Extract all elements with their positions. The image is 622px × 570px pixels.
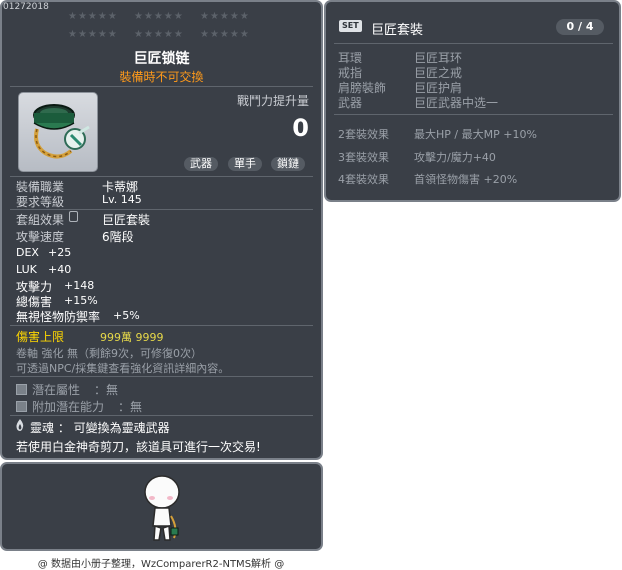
level-value: Lv. 145 [102, 193, 142, 206]
potential-label: 潛在屬性 [32, 383, 81, 397]
stat-label-ignore-defense: 無視怪物防禦率 [16, 310, 101, 324]
stat-label-dex: DEX [16, 246, 39, 259]
damage-cap-label: 傷害上限 [16, 330, 65, 344]
set-effect-4: 首領怪物傷害 +20% [414, 173, 518, 186]
tag-chain: 鎖鏈 [271, 157, 305, 171]
npc-enhance-hint: 可透過NPC/採集鍵查看強化資訊詳細內容。 [16, 362, 230, 375]
potential-icon [16, 384, 27, 395]
potential-value: ：無 [94, 383, 119, 397]
power-label: 戰鬥力提升量 [236, 94, 309, 108]
set-effect-2: 最大HP / 最大MP +10% [414, 128, 537, 141]
set-name: 巨匠套裝 [371, 23, 424, 38]
stat-label-luk: LUK [16, 263, 37, 276]
divider [334, 43, 613, 44]
star-group: ★★★★★ [200, 29, 250, 40]
soul-flame-icon [16, 419, 24, 431]
set-effect-value: 巨匠套裝 [102, 213, 151, 227]
stat-value-total-damage: +15% [64, 294, 98, 307]
tag-weapon: 武器 [184, 157, 218, 171]
trade-restriction: 裝備時不可交換 [119, 70, 204, 84]
stat-value-luk: +40 [48, 263, 72, 276]
divider [10, 415, 313, 416]
stat-value-ignore-defense: +5% [113, 309, 140, 322]
set-info-icon[interactable] [69, 211, 78, 222]
set-tier-4: 4套裝效果 [338, 173, 389, 186]
divider [10, 209, 313, 210]
item-icon-frame [18, 92, 98, 172]
item-tooltip-panel: 01272018 ★★★★★ ★★★★★ ★★★★★ ★★★★★ ★★★★★ ★… [0, 0, 323, 460]
tag-one-handed: 單手 [228, 157, 262, 171]
set-effect-3: 攻擊力/魔力+40 [414, 151, 496, 164]
attack-speed-label: 攻擊速度 [16, 230, 65, 244]
additional-potential-label: 附加潛在能力 [32, 400, 105, 414]
character-avatar [144, 475, 180, 541]
divider [10, 325, 313, 326]
star-group: ★★★★★ [68, 29, 118, 40]
set-tier-2: 2套裝效果 [338, 128, 389, 141]
star-group: ★★★★★ [68, 11, 118, 22]
damage-cap-value: 999萬 9999 [100, 331, 164, 344]
character-preview-panel [0, 462, 323, 551]
additional-potential-value: ：無 [118, 400, 143, 414]
set-count: 0 / 4 [556, 19, 604, 35]
divider [10, 176, 313, 177]
soul-weapon-line: 靈魂 ： 可變換為靈魂武器 [30, 421, 170, 435]
set-slot-weapon: 武器 [338, 96, 363, 110]
item-id-code: 01272018 [3, 2, 49, 12]
set-info-panel: SET 巨匠套裝 0 / 4 耳環 巨匠耳环 戒指 巨匠之戒 肩膀裝飾 巨匠护肩… [324, 0, 621, 202]
attack-speed-value: 6階段 [102, 230, 134, 244]
scroll-upgrade-info: 卷軸 強化 無（剩餘9次，可修復0次） [16, 347, 202, 360]
additional-potential-icon [16, 401, 27, 412]
set-effect-label: 套組效果 [16, 213, 65, 227]
star-group: ★★★★★ [134, 29, 184, 40]
chain-weapon-icon [33, 104, 90, 159]
divider [10, 376, 313, 377]
level-label: 要求等級 [16, 195, 65, 209]
stat-value-attack: +148 [64, 279, 95, 292]
power-value: 0 [292, 114, 309, 142]
divider [10, 86, 313, 87]
divider [334, 114, 613, 115]
data-source-footer: @ 数据由小册子整理，WzComparerR2-NTMS解析 @ [37, 559, 285, 570]
set-badge: SET [339, 20, 362, 32]
item-name: 巨匠锁链 [133, 51, 190, 67]
stat-value-dex: +25 [48, 246, 72, 259]
star-group: ★★★★★ [200, 11, 250, 22]
set-tier-3: 3套裝效果 [338, 151, 389, 164]
platinum-scissors-note: 若使用白金神奇剪刀，該道具可進行一次交易! [16, 440, 261, 454]
set-piece-weapon: 巨匠武器中选一 [414, 96, 499, 110]
star-group: ★★★★★ [134, 11, 184, 22]
